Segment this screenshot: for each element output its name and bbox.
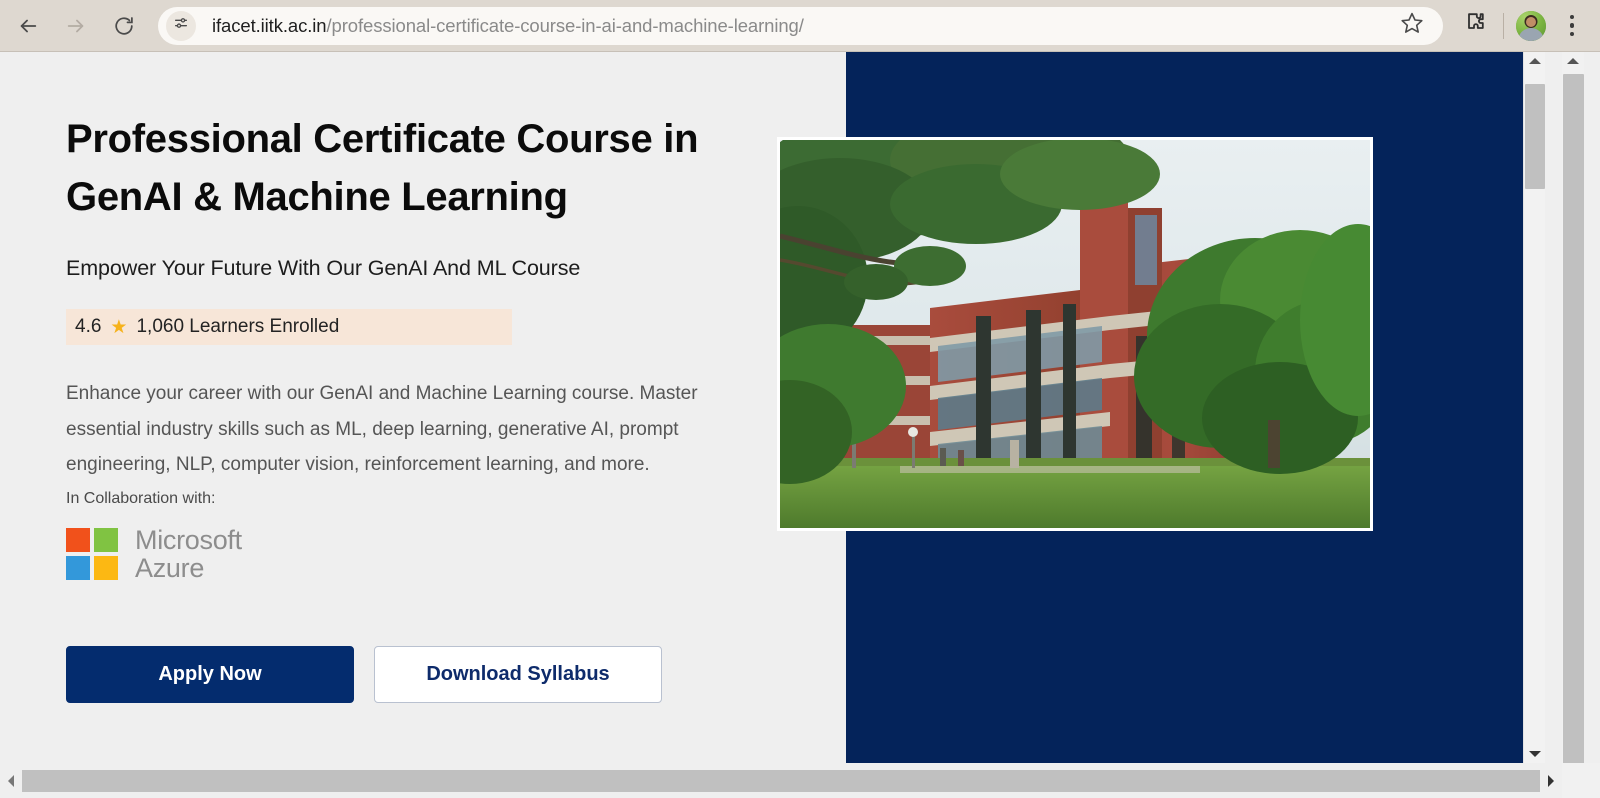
page-title: Professional Certificate Course in GenAI… — [66, 117, 699, 219]
reload-button[interactable] — [104, 6, 144, 46]
hero-image — [777, 137, 1373, 531]
cta-button-row: Apply Now Download Syllabus — [66, 645, 800, 703]
hero-content: Professional Certificate Course in GenAI… — [0, 52, 800, 703]
microsoft-square-yellow — [94, 555, 118, 580]
screen: ifacet.iitk.ac.in/professional-certifica… — [0, 0, 1600, 798]
address-bar[interactable]: ifacet.iitk.ac.in/professional-certifica… — [158, 6, 1443, 45]
microsoft-azure-logo: Microsoft Azure — [66, 526, 800, 582]
microsoft-square-red — [66, 527, 90, 552]
learners-enrolled-text: 1,060 Learners Enrolled — [136, 316, 340, 337]
page-scroll-down-button[interactable] — [1524, 745, 1545, 763]
back-button[interactable] — [8, 6, 48, 46]
hero-image-content — [780, 140, 1370, 528]
microsoft-square-blue — [66, 555, 90, 580]
window-vertical-scrollbar[interactable] — [1562, 52, 1584, 798]
hero-description: Enhance your career with our GenAI and M… — [66, 383, 698, 475]
partner-line-1: Microsoft — [135, 524, 242, 555]
rating-badge: 4.6 ★ 1,060 Learners Enrolled — [66, 309, 512, 345]
bookmark-button[interactable] — [1395, 9, 1429, 43]
menu-dot — [1569, 31, 1575, 37]
url-path: /professional-certificate-course-in-ai-a… — [326, 14, 804, 36]
download-syllabus-button[interactable]: Download Syllabus — [374, 645, 662, 703]
chevron-left-icon — [8, 774, 14, 787]
star-icon — [1400, 11, 1424, 40]
campus-building-illustration — [780, 140, 1370, 528]
page-scroll-up-button[interactable] — [1524, 52, 1545, 70]
toolbar-divider — [1503, 12, 1504, 39]
chevron-up-icon — [1528, 58, 1541, 64]
avatar-face — [1526, 17, 1536, 28]
microsoft-logo-icon — [66, 527, 118, 580]
menu-dot — [1569, 14, 1575, 20]
site-info-button[interactable] — [166, 10, 196, 41]
chevron-up-icon — [1567, 58, 1579, 64]
microsoft-azure-wordmark: Microsoft Azure — [135, 526, 242, 582]
forward-button[interactable] — [56, 6, 96, 46]
chevron-down-icon — [1528, 751, 1541, 757]
page-scroll-thumb[interactable] — [1525, 84, 1545, 189]
window-scroll-up-button[interactable] — [1562, 52, 1584, 70]
page-vertical-scrollbar[interactable] — [1523, 52, 1545, 763]
url-text[interactable]: ifacet.iitk.ac.in/professional-certifica… — [212, 15, 1395, 37]
collaboration-label: In Collaboration with: — [66, 489, 216, 507]
apply-now-button[interactable]: Apply Now — [66, 645, 354, 703]
menu-dot — [1569, 23, 1575, 28]
scrollbar-corner — [1562, 763, 1600, 798]
rating-value: 4.6 — [75, 316, 102, 337]
reload-icon — [113, 15, 135, 37]
chevron-right-icon — [1548, 774, 1554, 787]
tune-sliders-icon — [173, 15, 189, 36]
microsoft-square-green — [94, 527, 118, 552]
horizontal-scrollbar[interactable] — [0, 763, 1562, 798]
hero-subtitle: Empower Your Future With Our GenAI And M… — [66, 256, 581, 280]
browser-toolbar: ifacet.iitk.ac.in/professional-certifica… — [0, 0, 1600, 52]
scroll-left-button[interactable] — [0, 763, 22, 798]
window-scroll-thumb[interactable] — [1563, 74, 1584, 774]
extensions-button[interactable] — [1453, 4, 1497, 48]
scroll-right-button[interactable] — [1540, 763, 1562, 798]
star-icon: ★ — [110, 316, 128, 338]
page-canvas: Professional Certificate Course in GenAI… — [0, 52, 1523, 763]
horizontal-scroll-thumb[interactable] — [22, 769, 1540, 792]
page-viewport: Professional Certificate Course in GenAI… — [0, 52, 1600, 798]
puzzle-piece-icon — [1463, 11, 1487, 40]
forward-arrow-icon — [65, 15, 87, 37]
browser-menu-button[interactable] — [1552, 6, 1592, 46]
partner-line-2: Azure — [135, 552, 205, 583]
url-host: ifacet.iitk.ac.in — [212, 14, 327, 36]
avatar[interactable] — [1516, 10, 1546, 41]
back-arrow-icon — [17, 15, 39, 37]
